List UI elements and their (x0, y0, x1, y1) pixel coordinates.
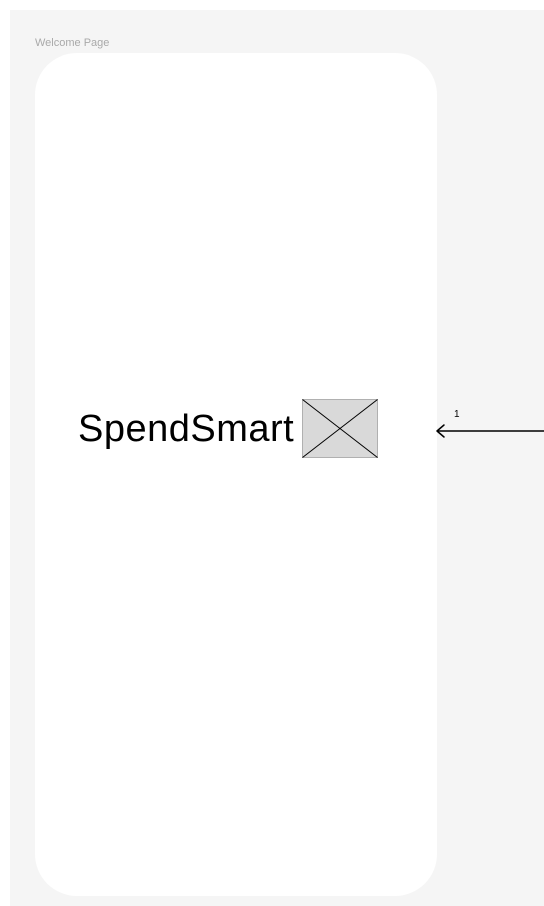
app-name: SpendSmart (78, 407, 295, 450)
connector-number: 1 (454, 409, 460, 420)
app-logo: SpendSmart (78, 399, 379, 458)
image-placeholder-icon (302, 399, 379, 458)
frame-label[interactable]: Welcome Page (35, 37, 109, 49)
prototype-connector[interactable] (434, 405, 544, 445)
welcome-page-frame[interactable] (35, 53, 437, 896)
